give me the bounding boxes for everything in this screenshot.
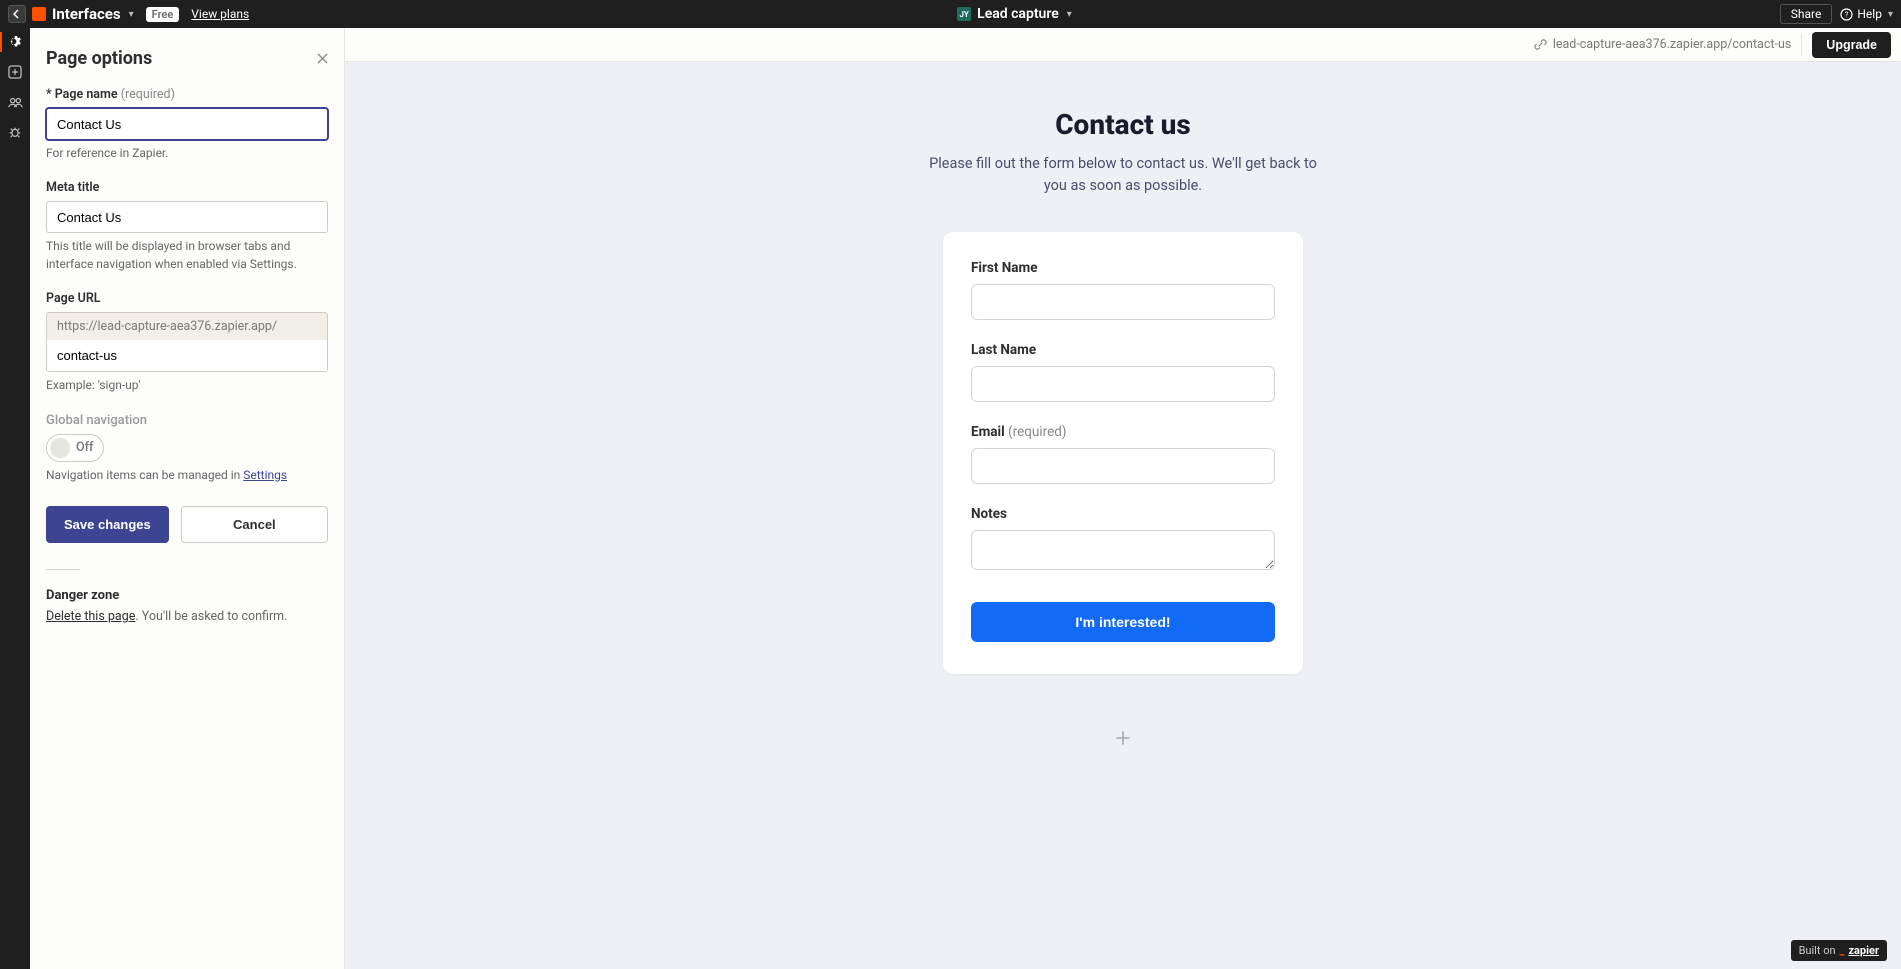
page-name-help: For reference in Zapier. — [46, 145, 328, 162]
chevron-down-icon: ▾ — [1888, 9, 1893, 20]
meta-title-input[interactable] — [46, 201, 328, 233]
first-name-field: First Name — [971, 260, 1275, 320]
cancel-button[interactable]: Cancel — [181, 506, 328, 543]
built-on-badge[interactable]: Built on _zapier — [1791, 940, 1887, 961]
arrow-left-icon — [12, 9, 22, 19]
submit-button[interactable]: I'm interested! — [971, 602, 1275, 642]
topbar: Interfaces ▾ Free View plans JY Lead cap… — [0, 0, 1901, 28]
brand-name: Interfaces — [52, 5, 121, 23]
topbar-center: JY Lead capture ▾ — [249, 6, 1780, 22]
plus-box-icon — [7, 64, 23, 80]
sub-header: lead-capture-aea376.zapier.app/contact-u… — [345, 28, 1901, 62]
share-button[interactable]: Share — [1780, 4, 1833, 24]
settings-link[interactable]: Settings — [243, 468, 287, 482]
global-nav-label: Global navigation — [46, 413, 328, 428]
help-icon: ? — [1840, 8, 1853, 21]
page-url-box: https://lead-capture-aea376.zapier.app/ — [46, 312, 328, 372]
divider — [46, 569, 80, 570]
topbar-left: Interfaces ▾ Free View plans — [8, 5, 249, 23]
link-icon — [1534, 38, 1547, 51]
email-input[interactable] — [971, 448, 1275, 484]
email-field: Email (required) — [971, 424, 1275, 484]
add-block-button[interactable] — [1109, 724, 1137, 752]
action-buttons: Save changes Cancel — [46, 506, 328, 543]
page-subtitle: Please fill out the form below to contac… — [923, 153, 1323, 198]
close-button[interactable] — [317, 53, 328, 64]
main-area: lead-capture-aea376.zapier.app/contact-u… — [345, 28, 1901, 969]
meta-title-label: Meta title — [46, 180, 328, 195]
user-avatar: JY — [957, 7, 971, 21]
global-nav-toggle[interactable]: Off — [46, 434, 104, 462]
last-name-input[interactable] — [971, 366, 1275, 402]
meta-title-help: This title will be displayed in browser … — [46, 238, 328, 273]
users-icon — [7, 94, 23, 110]
nav-add[interactable] — [0, 64, 30, 80]
first-name-label: First Name — [971, 260, 1275, 276]
bug-icon — [7, 124, 23, 140]
close-icon — [317, 53, 328, 64]
nav-rail — [0, 28, 30, 969]
danger-zone-title: Danger zone — [46, 588, 328, 603]
global-nav-field: Global navigation Off Navigation items c… — [46, 413, 328, 484]
panel-title: Page options — [46, 48, 152, 69]
toggle-state: Off — [76, 440, 93, 455]
svg-text:?: ? — [1845, 10, 1849, 19]
chevron-down-icon[interactable]: ▾ — [1067, 9, 1072, 20]
topbar-right: Share ? Help ▾ — [1780, 4, 1893, 24]
divider — [1801, 34, 1802, 56]
notes-textarea[interactable] — [971, 530, 1275, 570]
nav-users[interactable] — [0, 94, 30, 110]
canvas: Contact us Please fill out the form belo… — [345, 62, 1901, 969]
page-name-input[interactable] — [46, 108, 328, 140]
first-name-input[interactable] — [971, 284, 1275, 320]
plan-badge: Free — [146, 7, 180, 22]
underscore-icon: _ — [1840, 944, 1845, 957]
page-url-preview[interactable]: lead-capture-aea376.zapier.app/contact-u… — [1534, 37, 1791, 52]
page-url-slug-input[interactable] — [47, 340, 327, 371]
email-label: Email (required) — [971, 424, 1275, 440]
danger-zone-text: Delete this page. You'll be asked to con… — [46, 609, 328, 624]
page-url-help: Example: 'sign-up' — [46, 377, 328, 394]
page-name-label: * Page name (required) — [46, 87, 328, 102]
notes-field: Notes — [971, 506, 1275, 574]
page-name-field: * Page name (required) For reference in … — [46, 87, 328, 162]
global-nav-help: Navigation items can be managed in Setti… — [46, 467, 328, 484]
back-button[interactable] — [8, 5, 26, 23]
page-heading: Contact us — [1055, 108, 1191, 141]
delete-page-link[interactable]: Delete this page — [46, 609, 135, 624]
upgrade-button[interactable]: Upgrade — [1812, 32, 1891, 58]
help-label: Help — [1857, 7, 1882, 21]
meta-title-field: Meta title This title will be displayed … — [46, 180, 328, 273]
last-name-label: Last Name — [971, 342, 1275, 358]
help-menu[interactable]: ? Help ▾ — [1840, 7, 1893, 21]
nav-settings[interactable] — [0, 34, 30, 50]
page-url-prefix: https://lead-capture-aea376.zapier.app/ — [47, 313, 327, 340]
nav-debug[interactable] — [0, 124, 30, 140]
plus-icon — [1115, 730, 1131, 746]
app-name[interactable]: Lead capture — [977, 6, 1059, 22]
gear-icon — [7, 34, 23, 50]
page-url-field: Page URL https://lead-capture-aea376.zap… — [46, 291, 328, 394]
chevron-down-icon[interactable]: ▾ — [129, 9, 134, 20]
page-options-panel: Page options * Page name (required) For … — [30, 28, 345, 969]
save-button[interactable]: Save changes — [46, 506, 169, 543]
toggle-knob — [50, 438, 70, 458]
danger-zone: Danger zone Delete this page. You'll be … — [46, 588, 328, 624]
zapier-logo-icon — [32, 7, 46, 21]
last-name-field: Last Name — [971, 342, 1275, 402]
view-plans-link[interactable]: View plans — [191, 7, 249, 21]
page-url-label: Page URL — [46, 291, 328, 306]
notes-label: Notes — [971, 506, 1275, 522]
contact-form-card: First Name Last Name Email (required) No… — [943, 232, 1303, 674]
